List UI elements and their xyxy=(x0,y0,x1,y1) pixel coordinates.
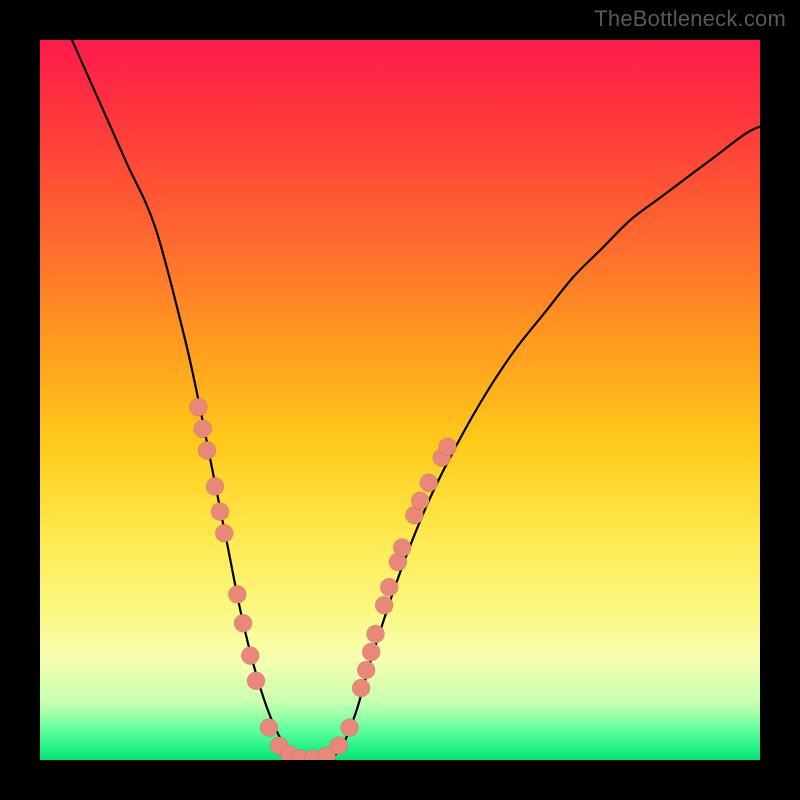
data-marker xyxy=(194,420,212,438)
data-marker xyxy=(420,474,438,492)
data-marker xyxy=(228,585,246,603)
watermark-text: TheBottleneck.com xyxy=(594,6,786,32)
data-marker xyxy=(189,398,207,416)
data-marker xyxy=(367,625,385,643)
data-marker xyxy=(211,503,229,521)
data-marker xyxy=(357,661,375,679)
data-marker xyxy=(215,524,233,542)
data-marker xyxy=(330,737,348,755)
data-marker xyxy=(341,719,359,737)
data-marker xyxy=(241,647,259,665)
data-marker xyxy=(393,539,411,557)
data-marker xyxy=(352,679,370,697)
data-marker xyxy=(362,643,380,661)
data-marker xyxy=(411,492,429,510)
data-marker xyxy=(234,614,252,632)
plot-area xyxy=(40,40,760,760)
data-marker xyxy=(439,438,457,456)
data-marker xyxy=(198,441,216,459)
data-marker xyxy=(375,596,393,614)
curve-svg xyxy=(40,40,760,760)
chart-frame: TheBottleneck.com xyxy=(0,0,800,800)
data-marker xyxy=(260,719,278,737)
data-marker xyxy=(380,578,398,596)
marker-group xyxy=(189,398,456,760)
data-marker xyxy=(247,672,265,690)
bottleneck-curve xyxy=(40,40,760,760)
data-marker xyxy=(206,477,224,495)
